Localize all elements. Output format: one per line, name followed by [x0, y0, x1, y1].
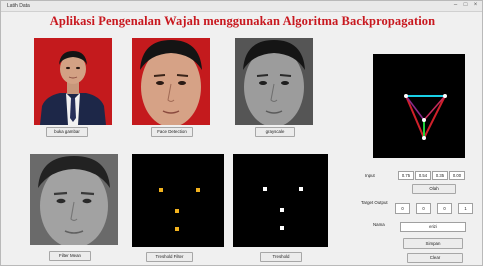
- name-label: Nama: [373, 222, 385, 227]
- input-field[interactable]: 0.75: [398, 171, 414, 180]
- feature-point: [263, 187, 267, 191]
- feature-point: [280, 226, 284, 230]
- input-field[interactable]: 0.00: [449, 171, 465, 180]
- window-title: Latih Data: [7, 3, 30, 9]
- page-title: Aplikasi Pengenalan Wajah menggunakan Al…: [49, 14, 436, 28]
- save-button[interactable]: Simpan: [403, 238, 463, 249]
- name-field[interactable]: erizi: [400, 222, 466, 232]
- target-output-field[interactable]: 0: [416, 203, 431, 214]
- input-field[interactable]: 0.54: [415, 171, 431, 180]
- original-image-panel: [34, 38, 112, 125]
- threshold-filter-panel: [132, 154, 224, 247]
- input-field[interactable]: 0.35: [432, 171, 448, 180]
- feature-point: [175, 227, 179, 231]
- target-output-field[interactable]: 0: [395, 203, 410, 214]
- face-detection-button[interactable]: Face Detection: [151, 127, 193, 137]
- maximize-icon[interactable]: □: [461, 2, 470, 9]
- feature-point: [299, 187, 303, 191]
- title-bar: Latih Data – □ ×: [1, 1, 482, 12]
- feature-point: [175, 209, 179, 213]
- face-detection-image: [132, 38, 210, 125]
- network-node: [404, 94, 408, 98]
- threshold-filter-button[interactable]: Treshold Filter: [146, 252, 193, 262]
- target-output-label: Target Output: [361, 200, 388, 205]
- app-window: Latih Data – □ × Aplikasi Pengenalan Waj…: [0, 0, 483, 266]
- network-plot-panel: [373, 54, 465, 158]
- threshold-filter-image: [132, 154, 224, 247]
- grayscale-panel: [235, 38, 313, 125]
- target-output-field[interactable]: 1: [458, 203, 473, 214]
- threshold-panel: [233, 154, 328, 247]
- face-detection-panel: [132, 38, 210, 125]
- close-icon[interactable]: ×: [471, 2, 480, 9]
- feature-point: [280, 208, 284, 212]
- threshold-image: [233, 154, 328, 247]
- open-image-button[interactable]: buka gambar: [46, 127, 88, 137]
- network-node: [443, 94, 447, 98]
- target-output-field[interactable]: 0: [437, 203, 452, 214]
- clear-button[interactable]: Clear: [407, 253, 463, 263]
- mean-filter-button[interactable]: Filter Mean: [49, 251, 91, 261]
- minimize-icon[interactable]: –: [451, 2, 460, 9]
- mean-filter-panel: [30, 154, 118, 245]
- network-node: [422, 118, 426, 122]
- network-diagram: [373, 54, 465, 158]
- grayscale-image: [235, 38, 313, 125]
- mean-filter-image: [30, 154, 118, 245]
- feature-point: [159, 188, 163, 192]
- input-label: Input: [365, 173, 375, 178]
- threshold-button[interactable]: Treshold: [260, 252, 302, 262]
- grayscale-button[interactable]: grayscale: [255, 127, 295, 137]
- process-button[interactable]: Olah: [412, 184, 456, 194]
- person-portrait-image: [34, 38, 112, 125]
- feature-point: [196, 188, 200, 192]
- network-node: [422, 136, 426, 140]
